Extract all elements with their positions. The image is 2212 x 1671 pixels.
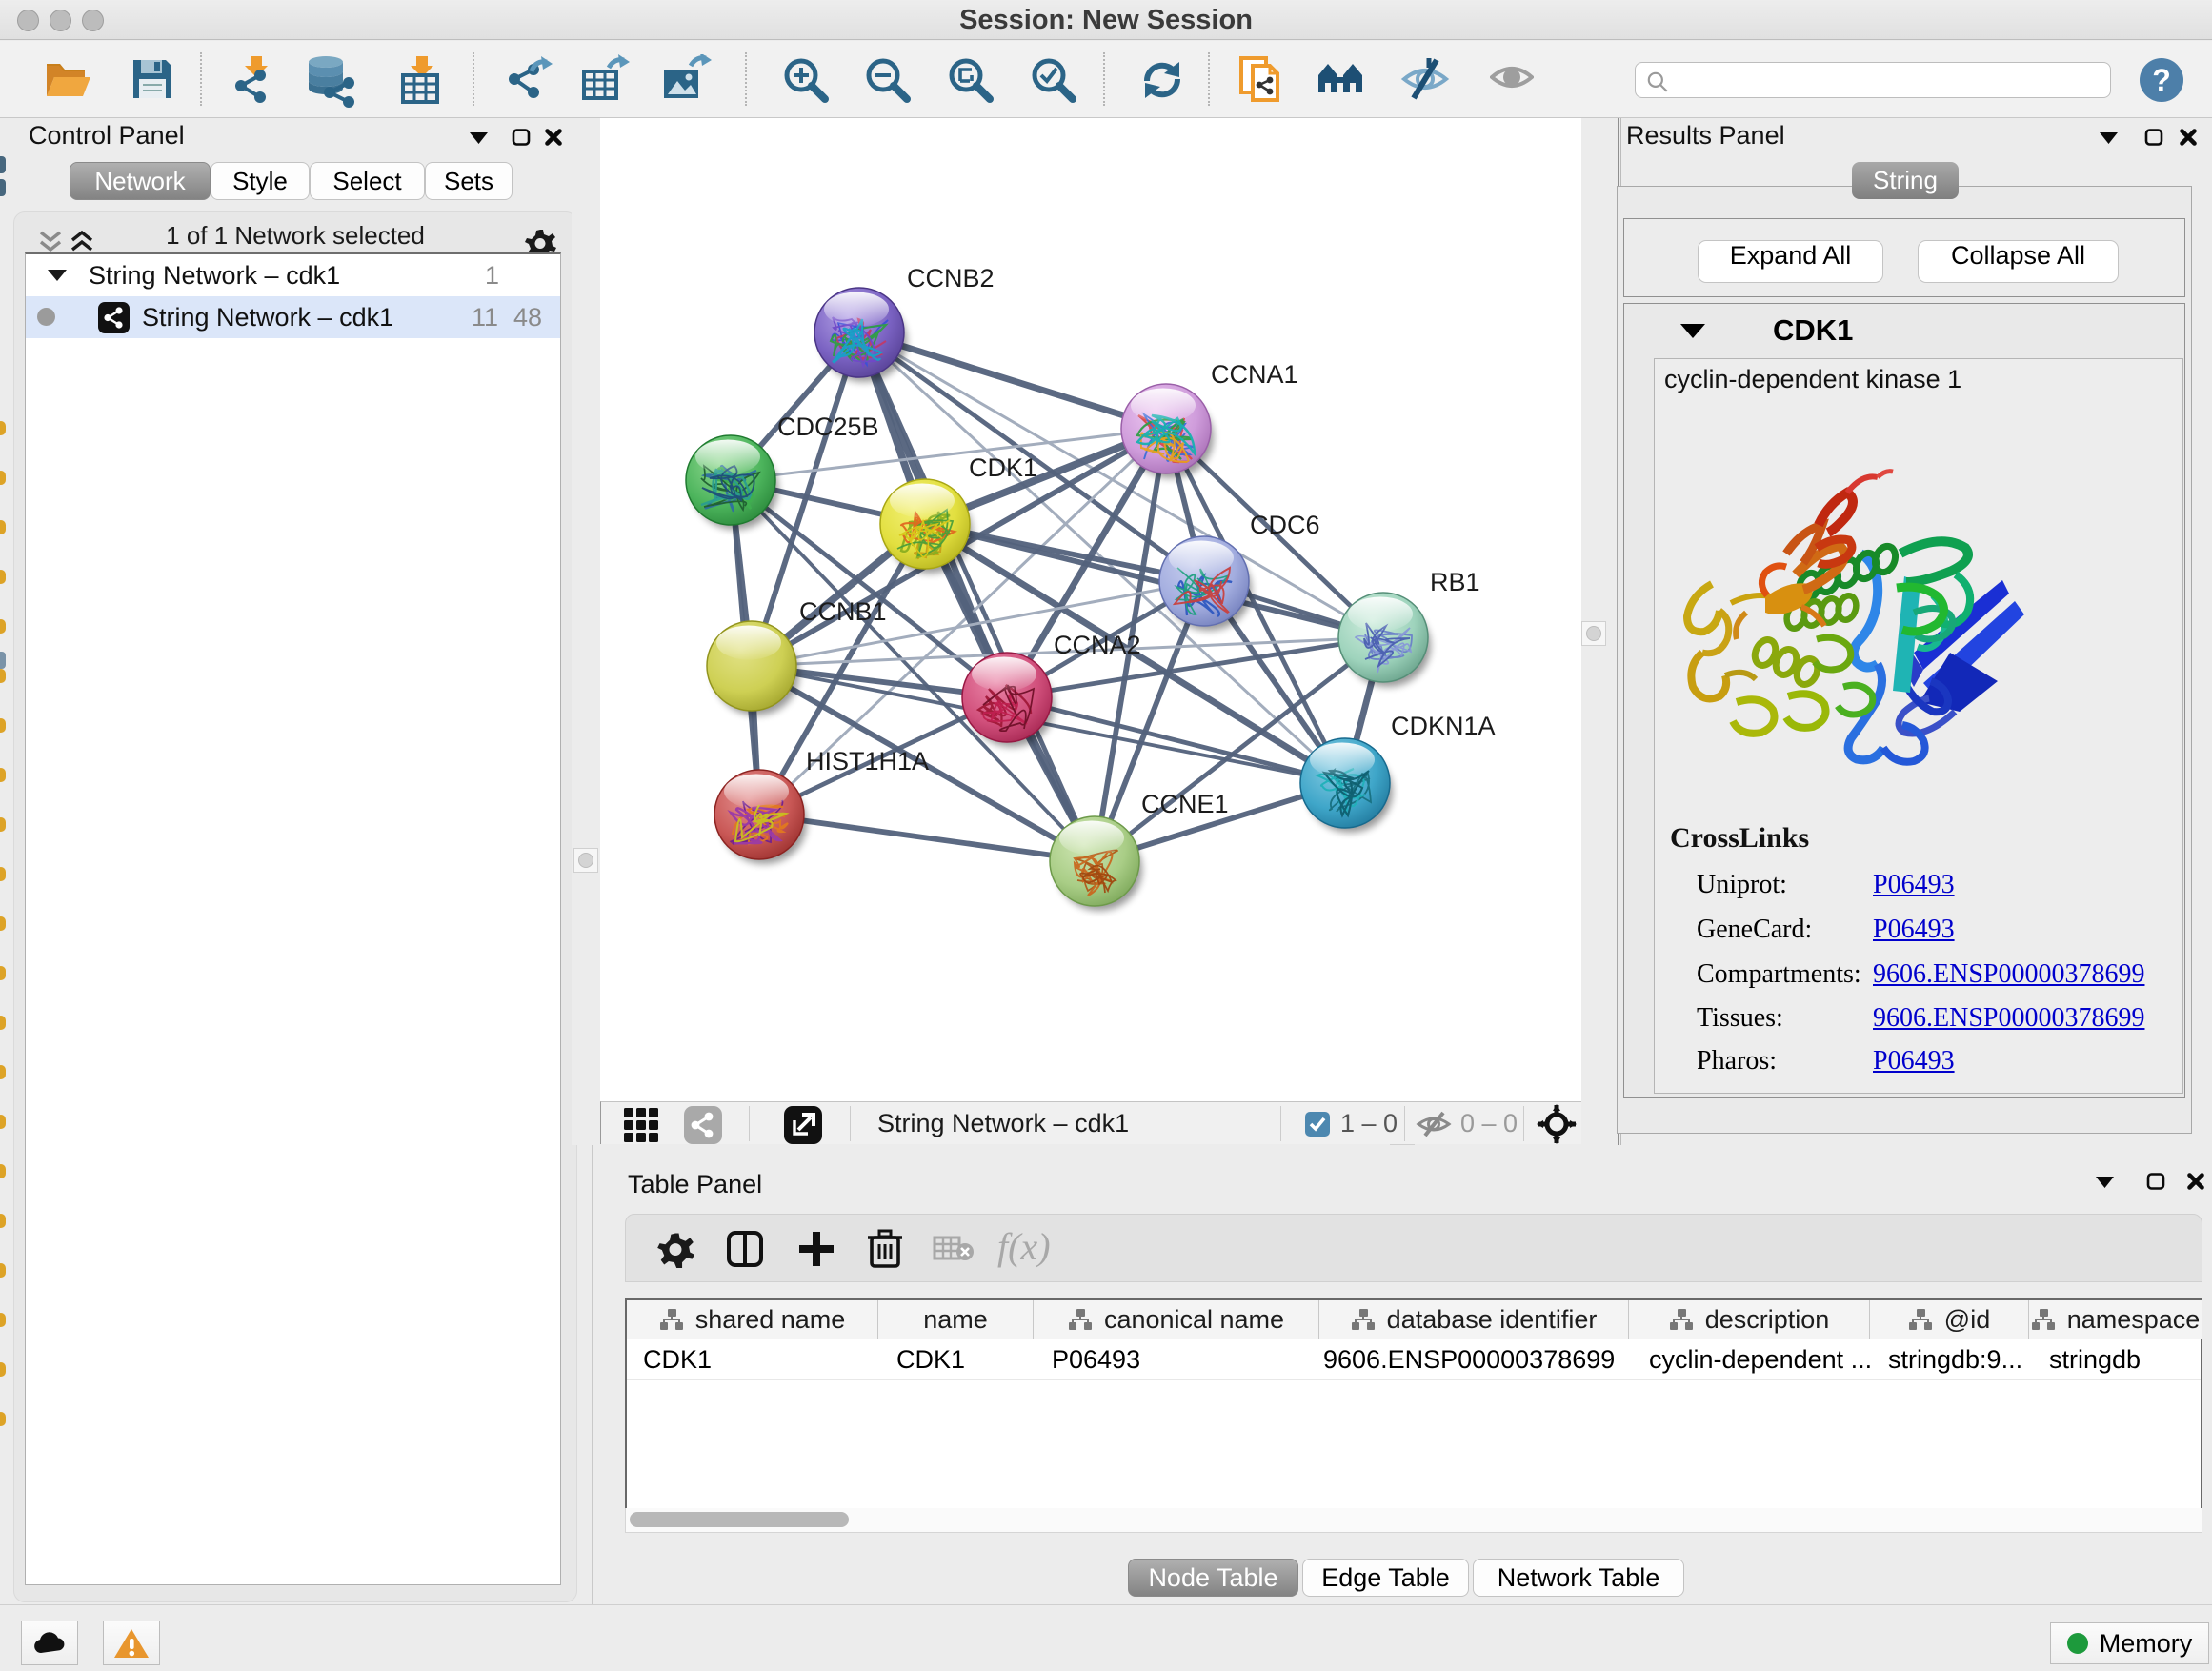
svg-text:CDC6: CDC6: [1250, 511, 1320, 539]
svg-text:CDC25B: CDC25B: [777, 413, 879, 441]
svg-text:CDK1: CDK1: [969, 453, 1037, 482]
svg-text:CDKN1A: CDKN1A: [1391, 712, 1496, 740]
svg-text:RB1: RB1: [1430, 568, 1480, 596]
svg-text:CCNA2: CCNA2: [1054, 631, 1141, 659]
svg-text:CCNB1: CCNB1: [799, 597, 887, 626]
svg-text:CCNA1: CCNA1: [1211, 360, 1298, 389]
svg-text:HIST1H1A: HIST1H1A: [806, 747, 929, 775]
svg-text:CCNB2: CCNB2: [907, 264, 995, 292]
svg-text:CCNE1: CCNE1: [1141, 790, 1229, 818]
